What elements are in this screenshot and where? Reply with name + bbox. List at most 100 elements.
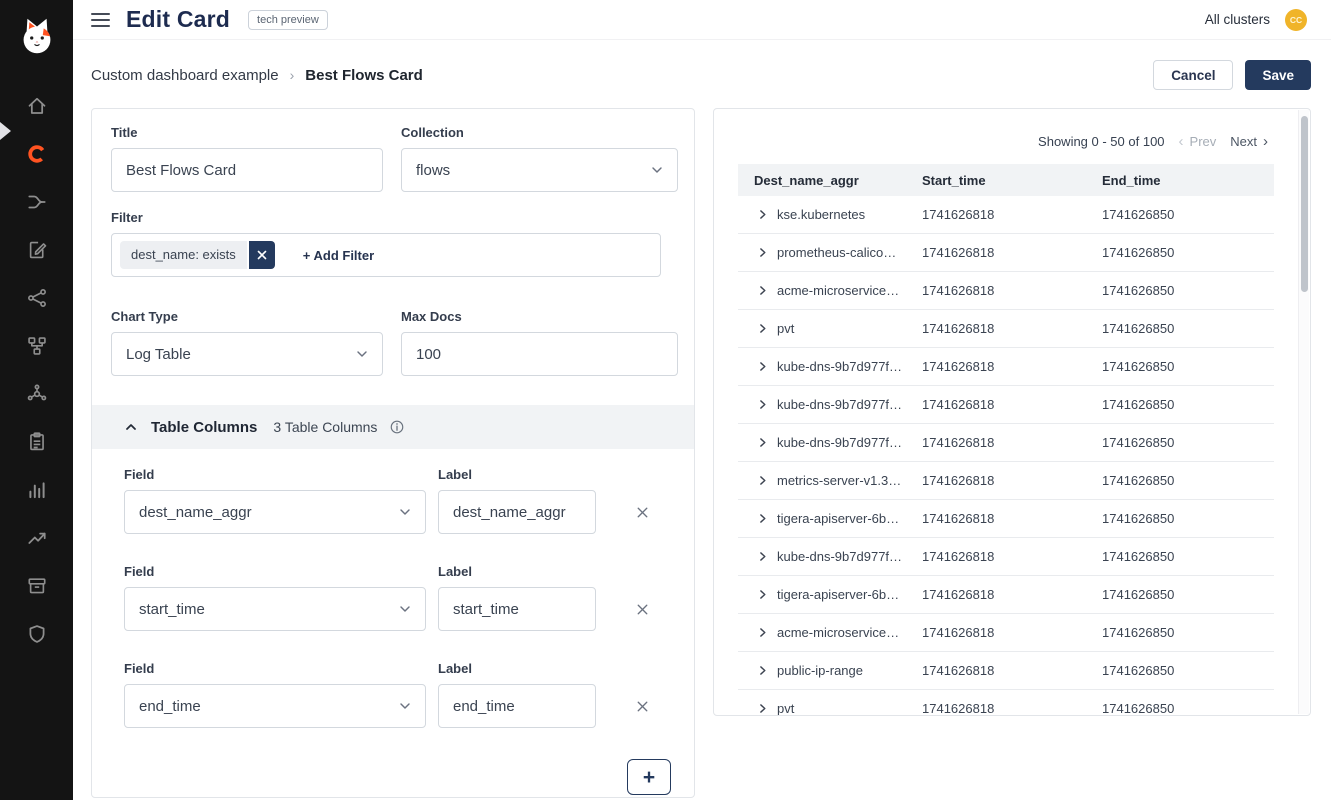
save-button[interactable]: Save [1245, 60, 1311, 90]
close-icon [634, 601, 651, 618]
pagination-status: Showing 0 - 50 of 100 [1038, 134, 1164, 149]
label-input[interactable] [438, 490, 596, 534]
close-icon [634, 504, 651, 521]
pagination: ‹ Prev Next › [1179, 133, 1268, 150]
remove-column-button[interactable] [634, 601, 651, 618]
label-label: Label [438, 467, 596, 482]
sidebar-item-home[interactable] [13, 82, 61, 130]
cell-start-time: 1741626818 [906, 473, 1086, 488]
sidebar-item-registry[interactable] [13, 562, 61, 610]
add-filter-button[interactable]: + Add Filter [303, 248, 374, 263]
sidebar-item-tiers[interactable] [13, 322, 61, 370]
cell-start-time: 1741626818 [906, 435, 1086, 450]
chevron-right-icon [756, 474, 769, 487]
prev-page-button[interactable]: Prev [1190, 134, 1217, 149]
column-header-start: Start_time [906, 173, 1086, 188]
row-expand-button[interactable] [756, 664, 769, 677]
row-expand-button[interactable] [756, 626, 769, 639]
cell-dest-name: kube-dns-9b7d977f… [777, 435, 902, 450]
next-page-button[interactable]: Next [1230, 134, 1257, 149]
row-expand-button[interactable] [756, 246, 769, 259]
sidebar-item-compliance[interactable] [13, 418, 61, 466]
scrollbar-thumb[interactable] [1301, 116, 1308, 292]
cell-dest-name: pvt [777, 701, 794, 716]
title-input[interactable] [111, 148, 383, 192]
sidebar-item-service-graph[interactable] [13, 178, 61, 226]
row-expand-button[interactable] [756, 702, 769, 715]
breadcrumb-current: Best Flows Card [305, 67, 423, 84]
field-select[interactable]: dest_name_aggr [124, 490, 426, 534]
sidebar-item-endpoints[interactable] [13, 274, 61, 322]
row-expand-button[interactable] [756, 322, 769, 335]
table-column-editor-row: Field end_time Label [124, 661, 675, 728]
max-docs-input[interactable] [401, 332, 678, 376]
topbar: Edit Card tech preview All clusters CC [73, 0, 1331, 40]
chart-type-select[interactable]: Log Table [111, 332, 383, 376]
table-row: tigera-apiserver-6b… 1741626818 17416268… [738, 500, 1274, 538]
row-expand-button[interactable] [756, 208, 769, 221]
collapse-section-button[interactable] [123, 419, 139, 435]
field-select[interactable]: end_time [124, 684, 426, 728]
table-row: kube-dns-9b7d977f… 1741626818 1741626850 [738, 424, 1274, 462]
cell-end-time: 1741626850 [1086, 587, 1274, 602]
dashboards-icon [26, 143, 48, 165]
sidebar-item-networks[interactable] [13, 370, 61, 418]
sidebar-item-dashboards-active[interactable] [13, 130, 61, 178]
row-expand-button[interactable] [756, 398, 769, 411]
row-expand-button[interactable] [756, 360, 769, 373]
field-label: Field [124, 661, 426, 676]
row-expand-button[interactable] [756, 474, 769, 487]
section-title: Table Columns [151, 419, 257, 436]
chevron-right-icon [756, 512, 769, 525]
chevron-right-icon[interactable]: › [1263, 133, 1268, 150]
info-button[interactable] [389, 419, 405, 435]
row-expand-button[interactable] [756, 588, 769, 601]
calico-logo[interactable] [11, 10, 63, 64]
sidebar-item-logs[interactable] [13, 466, 61, 514]
filter-chip-text: dest_name: exists [120, 241, 247, 269]
preview-table: Dest_name_aggr Start_time End_time kse.k… [738, 164, 1274, 716]
user-avatar[interactable]: CC [1285, 9, 1307, 31]
field-select[interactable]: start_time [124, 587, 426, 631]
cell-start-time: 1741626818 [906, 245, 1086, 260]
label-input[interactable] [438, 684, 596, 728]
remove-column-button[interactable] [634, 698, 651, 715]
chevron-right-icon [756, 284, 769, 297]
sidebar-item-policies[interactable] [13, 226, 61, 274]
sidebar [0, 0, 73, 800]
add-column-button[interactable]: + [627, 759, 671, 795]
column-header-end: End_time [1086, 173, 1274, 188]
cell-end-time: 1741626850 [1086, 701, 1274, 716]
remove-column-button[interactable] [634, 504, 651, 521]
sidebar-item-alerts[interactable] [13, 514, 61, 562]
logs-icon [26, 479, 48, 501]
cluster-selector[interactable]: All clusters [1205, 12, 1270, 27]
row-expand-button[interactable] [756, 284, 769, 297]
label-input[interactable] [438, 587, 596, 631]
table-column-editor-row: Field start_time Label [124, 564, 675, 631]
cell-dest-name: kube-dns-9b7d977f… [777, 549, 902, 564]
row-expand-button[interactable] [756, 550, 769, 563]
table-row: kube-dns-9b7d977f… 1741626818 1741626850 [738, 386, 1274, 424]
close-icon [634, 698, 651, 715]
row-expand-button[interactable] [756, 512, 769, 525]
cell-end-time: 1741626850 [1086, 245, 1274, 260]
menu-toggle-button[interactable] [91, 9, 113, 31]
sidebar-item-threat-defense[interactable] [13, 610, 61, 658]
breadcrumb-row: Custom dashboard example › Best Flows Ca… [91, 56, 1311, 94]
card-editor-panel: Title Collection flows Filter dest_name:… [91, 108, 695, 798]
chevron-right-icon [756, 246, 769, 259]
cell-end-time: 1741626850 [1086, 625, 1274, 640]
cell-start-time: 1741626818 [906, 359, 1086, 374]
remove-filter-button[interactable] [249, 241, 275, 269]
table-columns-list: Field dest_name_aggr Label Field start_t… [92, 449, 694, 728]
preview-table-body: kse.kubernetes 1741626818 1741626850 pro… [738, 196, 1274, 716]
table-row: public-ip-range 1741626818 1741626850 [738, 652, 1274, 690]
collection-select[interactable]: flows [401, 148, 678, 192]
label-label: Label [438, 564, 596, 579]
scrollbar-track[interactable] [1298, 110, 1309, 714]
cancel-button[interactable]: Cancel [1153, 60, 1233, 90]
chevron-left-icon[interactable]: ‹ [1179, 133, 1184, 150]
breadcrumb-parent-link[interactable]: Custom dashboard example [91, 67, 279, 84]
row-expand-button[interactable] [756, 436, 769, 449]
